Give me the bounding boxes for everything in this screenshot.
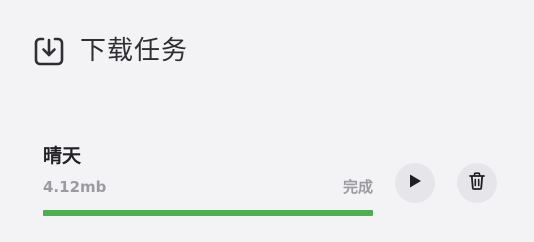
progress-bar [43, 210, 373, 216]
task-name: 晴天 [43, 145, 82, 167]
download-tasks-page: 下载任务 晴天 4.12mb 完成 [0, 0, 534, 242]
task-status: 完成 [342, 178, 373, 196]
task-size: 4.12mb [43, 178, 107, 196]
play-button[interactable] [395, 163, 435, 203]
progress-fill [43, 210, 373, 216]
delete-button[interactable] [457, 163, 497, 203]
header: 下载任务 [33, 35, 188, 67]
download-task-item: 晴天 4.12mb 完成 [43, 142, 503, 222]
page-title: 下载任务 [80, 36, 189, 66]
play-icon [406, 172, 424, 194]
download-box-icon [33, 35, 65, 67]
trash-icon [467, 171, 487, 195]
